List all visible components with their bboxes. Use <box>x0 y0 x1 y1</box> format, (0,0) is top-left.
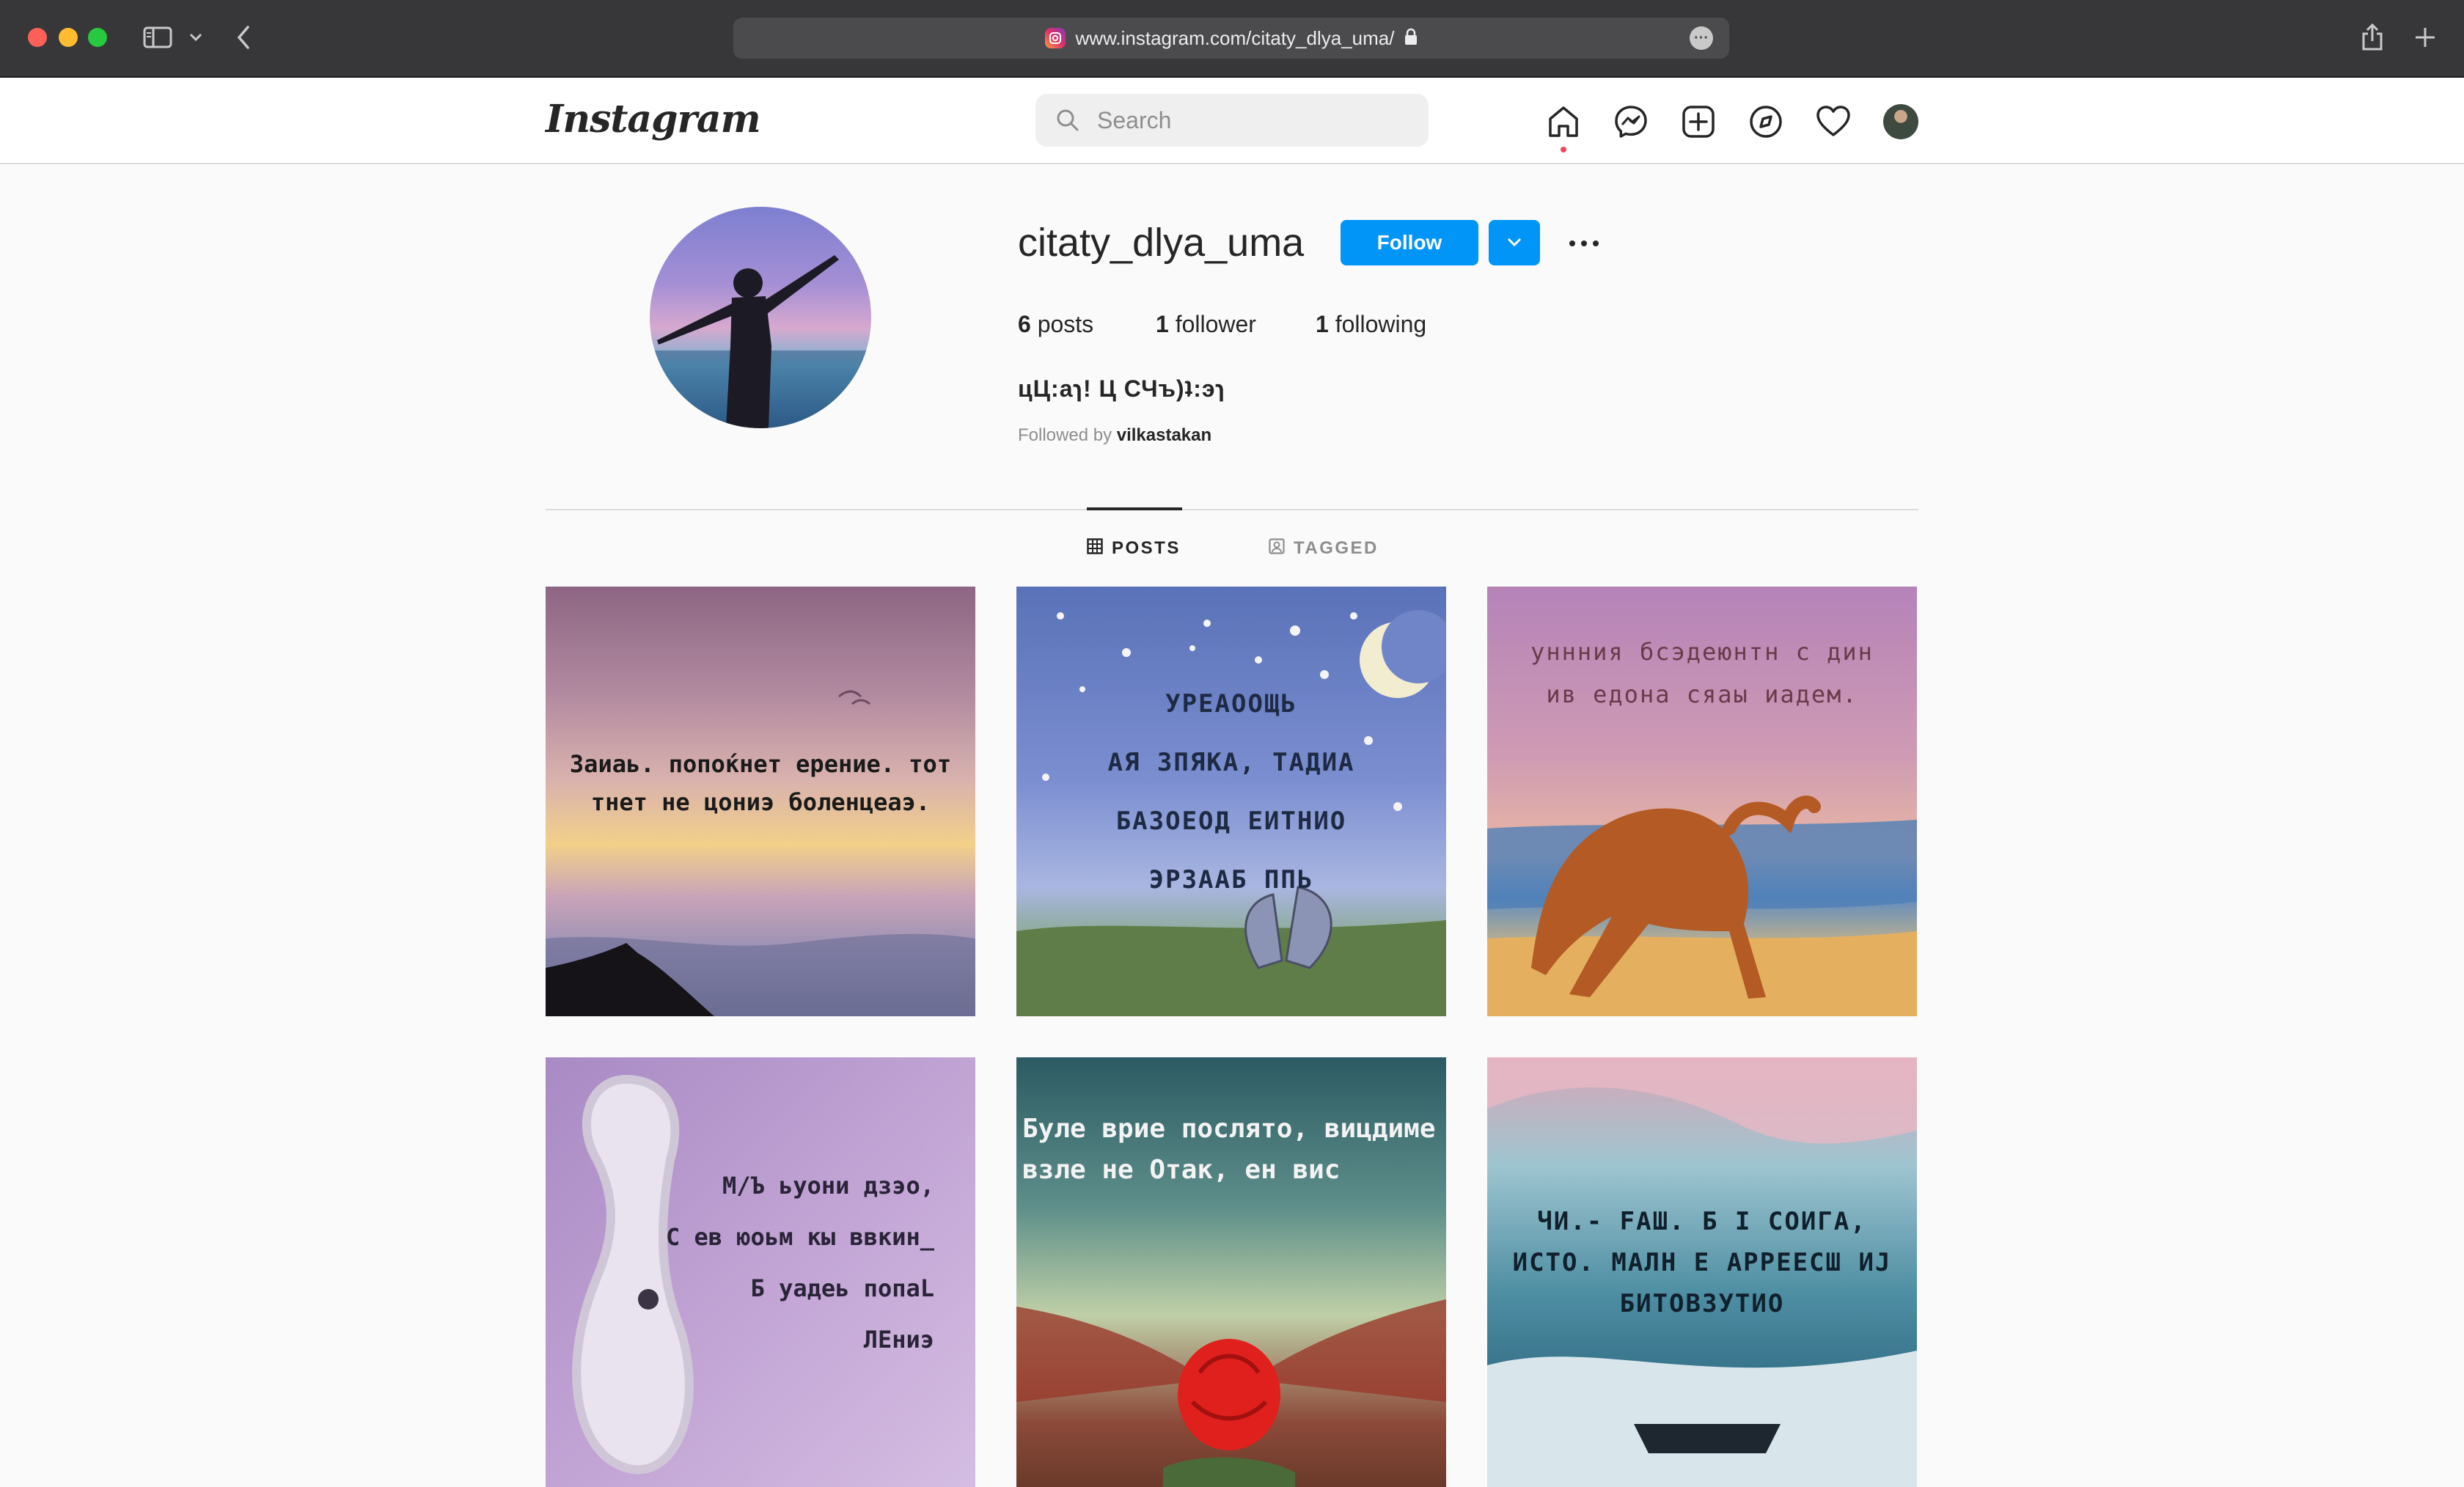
close-window-button[interactable] <box>28 28 47 47</box>
zoom-window-button[interactable] <box>88 28 107 47</box>
post-caption: ЧИ.- FАШ. Б I СОИГА, ИСТО. МАЛН Е АРРЕЕС… <box>1512 1207 1892 1318</box>
post-caption: Буле врие послято, вицдиме взле не Отак,… <box>1022 1114 1436 1185</box>
search-box[interactable] <box>1035 94 1429 147</box>
new-tab-icon[interactable] <box>2407 19 2443 56</box>
profile-picture[interactable] <box>650 207 871 428</box>
post-caption: УРЕАООЩЬ АЯ ЗПЯКА, ТАДИА БАЗОЕОД ЕИТНИО … <box>1107 689 1355 895</box>
tagged-person-icon <box>1269 537 1285 559</box>
browser-toolbar: www.instagram.com/citaty_dlya_uma/ ··· <box>0 0 2464 78</box>
post-thumbnail[interactable]: Буле врие послято, вицдиме взле не Отак,… <box>1016 1057 1446 1487</box>
post-thumbnail[interactable]: Заиаь. попоќнет ерение. тот тнет не цони… <box>546 587 975 1016</box>
followers-count-value: 1 <box>1156 311 1169 337</box>
explore-compass-icon[interactable] <box>1747 103 1785 141</box>
instagram-logo[interactable]: Instagram <box>546 97 761 142</box>
posts-count-value: 6 <box>1018 311 1031 337</box>
profile-username: citaty_dlya_uma <box>1018 221 1305 265</box>
follow-button[interactable]: Follow <box>1341 220 1478 265</box>
following-count[interactable]: 1 following <box>1316 311 1426 338</box>
following-count-value: 1 <box>1316 311 1329 337</box>
post-caption: уннния бсэдеюнтн с дин ив едона сяаы иад… <box>1530 638 1874 708</box>
post-caption: М/Ъ ьуони дзэо, С ев юоьм кы ввкин_ Б уа… <box>665 1172 934 1354</box>
url-text: www.instagram.com/citaty_dlya_uma/ <box>1075 26 1395 49</box>
instagram-favicon-icon <box>1044 28 1066 48</box>
active-tab-indicator <box>1087 507 1182 510</box>
activity-heart-icon[interactable] <box>1814 103 1852 141</box>
tabs-divider <box>546 509 1918 510</box>
instagram-header: Instagram <box>0 78 2464 164</box>
lock-icon <box>1404 28 1418 49</box>
address-bar[interactable]: www.instagram.com/citaty_dlya_uma/ ··· <box>733 18 1729 59</box>
followed-by-line: Followed by vilkastakan <box>1018 425 1211 446</box>
minimize-window-button[interactable] <box>59 28 78 47</box>
avatar-image <box>1883 104 1918 139</box>
grid-icon <box>1087 537 1103 559</box>
share-icon[interactable] <box>2354 19 2391 56</box>
post-thumbnail[interactable]: УРЕАООЩЬ АЯ ЗПЯКА, ТАДИА БАЗОЕОД ЕИТНИО … <box>1016 587 1446 1016</box>
tab-posts[interactable]: POSTS <box>1087 534 1181 563</box>
messenger-icon[interactable] <box>1612 103 1650 141</box>
search-input[interactable] <box>1097 94 1405 147</box>
followed-by-prefix: Followed by <box>1018 425 1117 445</box>
post-caption: Заиаь. попоќнет ерение. тот тнет не цони… <box>569 750 952 816</box>
notification-dot <box>1561 147 1566 153</box>
post-thumbnail[interactable]: М/Ъ ьуони дзэо, С ев юоьм кы ввкин_ Б уа… <box>546 1057 975 1487</box>
home-icon[interactable] <box>1544 103 1583 141</box>
chevron-down-icon <box>1506 237 1522 249</box>
followers-count[interactable]: 1 follower <box>1156 311 1256 338</box>
followers-count-label: follower <box>1168 311 1256 337</box>
tab-tagged[interactable]: TAGGED <box>1269 534 1379 563</box>
profile-avatar[interactable] <box>1882 103 1920 141</box>
posts-count: 6 posts <box>1018 311 1093 338</box>
more-options-icon[interactable]: ··· <box>1690 26 1713 50</box>
post-thumbnail[interactable]: ЧИ.- FАШ. Б I СОИГА, ИСТО. МАЛН Е АРРЕЕС… <box>1487 1057 1917 1487</box>
tab-posts-label: POSTS <box>1112 538 1181 558</box>
tab-tagged-label: TAGGED <box>1294 538 1379 558</box>
search-icon <box>1056 109 1079 136</box>
profile-options-icon[interactable] <box>1562 230 1606 257</box>
posts-count-label: posts <box>1030 311 1094 337</box>
new-post-icon[interactable] <box>1679 103 1717 141</box>
followed-by-user-link[interactable]: vilkastakan <box>1117 425 1211 445</box>
back-arrow-icon[interactable] <box>229 19 258 56</box>
post-thumbnail[interactable]: уннния бсэдеюнтн с дин ив едона сяаы иад… <box>1487 587 1917 1016</box>
profile-bio: цЦ:аɿ! Ц СЧъ)ʇ:эɿ <box>1018 375 1225 402</box>
sidebar-toggle-icon[interactable] <box>139 19 176 56</box>
chevron-down-icon[interactable] <box>185 19 207 56</box>
following-count-label: following <box>1328 311 1427 337</box>
suggestions-dropdown-button[interactable] <box>1489 220 1540 265</box>
